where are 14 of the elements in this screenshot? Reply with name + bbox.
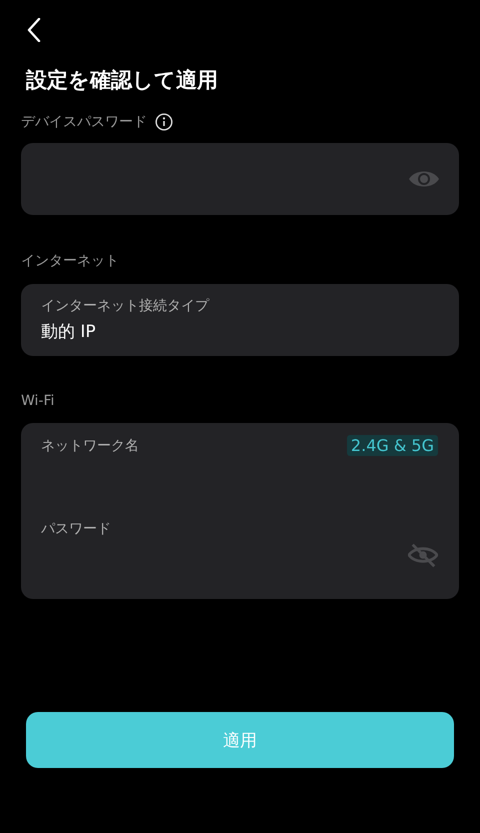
apply-button[interactable]: 適用 [26,712,454,768]
section-heading: Wi-Fi [21,393,56,410]
info-icon[interactable] [155,113,173,132]
eye-off-icon[interactable] [408,542,438,568]
field-label: ネットワーク名 [41,436,139,455]
page-title: 設定を確認して適用 [26,68,219,94]
field-label: デバイスパスワード [21,113,147,132]
section-heading: インターネット [21,252,120,270]
field-label: インターネット接続タイプ [41,297,210,316]
field-value: 動的 IP [41,321,97,344]
password-field[interactable] [21,143,459,216]
field-label: パスワード [41,520,112,538]
band-badge: 2.4G & 5G [346,435,438,456]
back-icon[interactable] [27,18,41,42]
